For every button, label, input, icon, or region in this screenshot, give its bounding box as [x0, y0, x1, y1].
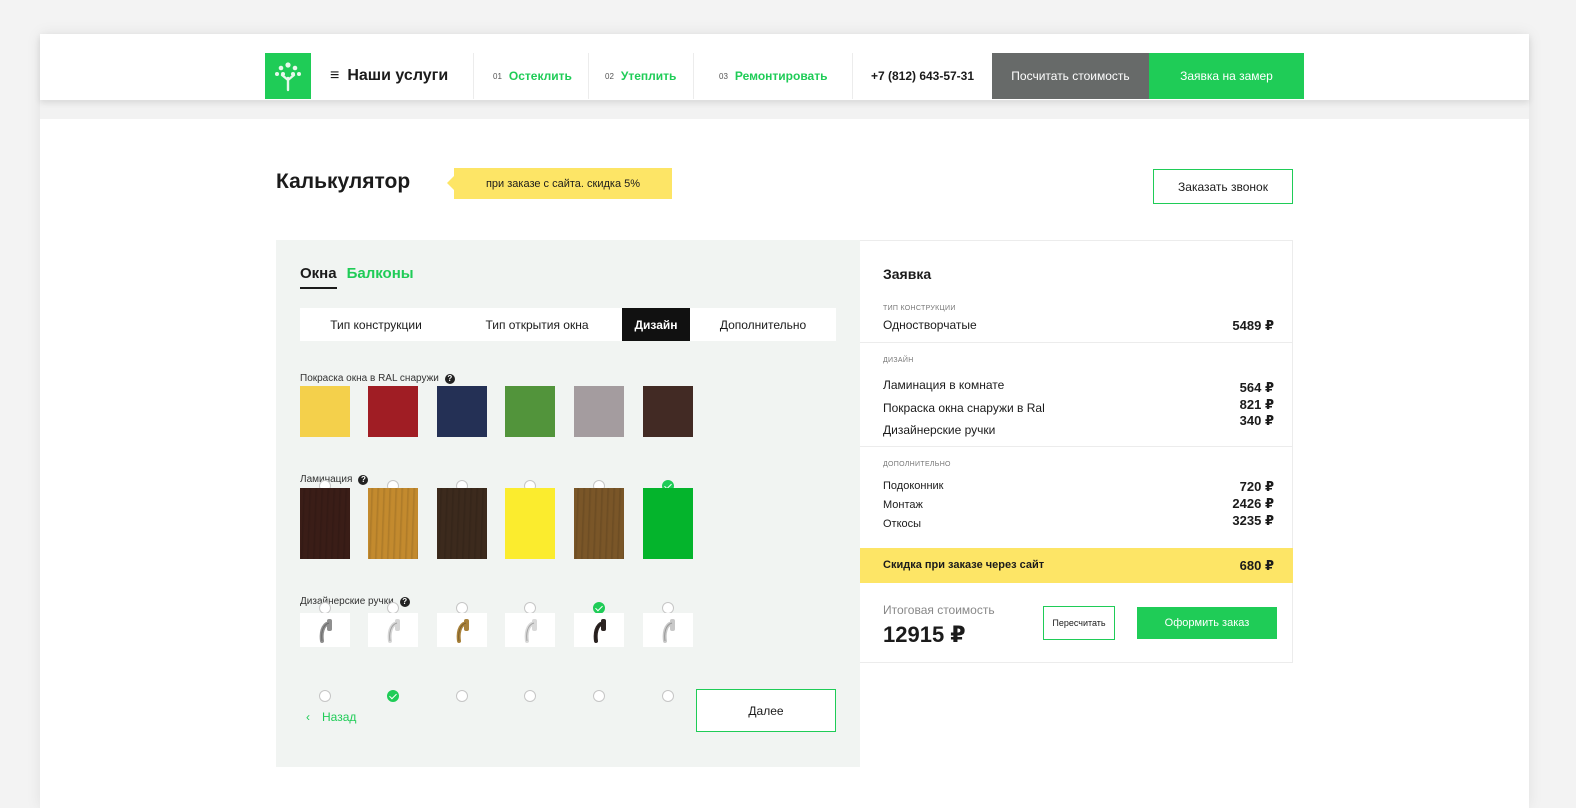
place-order-button[interactable]: Оформить заказ — [1137, 607, 1277, 639]
handle-icon[interactable] — [300, 613, 350, 647]
next-button[interactable]: Далее — [696, 689, 836, 732]
order-item-price: 3235 ₽ — [1232, 513, 1274, 528]
paint-label-text: Покраска окна в RAL снаружи — [300, 373, 439, 384]
tab-balconies[interactable]: Балконы — [347, 265, 414, 289]
order-item-name: Одностворчатые — [883, 318, 977, 332]
nav-label: Ремонтировать — [734, 69, 828, 83]
group-caption: тип конструкции — [883, 305, 956, 312]
nav-num: 02 — [605, 71, 614, 81]
extra-group: дополнительно Подоконник Монтаж Откосы 7… — [860, 447, 1293, 548]
calc-cost-button[interactable]: Посчитать стоимость — [992, 53, 1149, 99]
option-radio[interactable] — [319, 690, 331, 702]
handles-label-text: Дизайнерские ручки — [300, 596, 394, 607]
lamination-swatch[interactable] — [368, 488, 418, 559]
logo[interactable] — [265, 53, 311, 99]
services-menu-label: Наши услуги — [347, 67, 449, 84]
total-value: 12915 ₽ — [883, 622, 966, 647]
hamburger-icon: ≡ — [330, 67, 340, 84]
nav-num: 01 — [493, 71, 502, 81]
tab-windows[interactable]: Окна — [300, 265, 337, 289]
paint-swatch[interactable] — [643, 386, 693, 437]
lamination-swatch[interactable] — [300, 488, 350, 559]
tree-logo-icon — [275, 62, 301, 92]
order-item-name: Покраска окна снаружи в Ral — [883, 401, 1045, 415]
lamination-swatch[interactable] — [505, 488, 555, 559]
order-item-price: 564 ₽ — [1239, 380, 1274, 395]
back-label: Назад — [322, 710, 357, 724]
help-icon[interactable]: ? — [444, 373, 455, 384]
order-item-name: Откосы — [883, 518, 922, 530]
chevron-left-icon: ‹ — [306, 710, 310, 724]
help-icon[interactable]: ? — [399, 596, 410, 607]
recalculate-button[interactable]: Пересчитать — [1043, 606, 1115, 640]
order-item-name: Ламинация в комнате — [883, 378, 1005, 392]
nav-label: Утеплить — [620, 69, 677, 83]
construction-group: тип конструкции Одностворчатые 5489 ₽ — [860, 241, 1293, 343]
lamination-section-label: Ламинация ? — [300, 474, 369, 485]
paint-swatch[interactable] — [574, 386, 624, 437]
paint-swatch[interactable] — [505, 386, 555, 437]
page: ≡ Наши услуги 01 Остеклить 02 Утеплить 0… — [40, 34, 1529, 808]
group-caption: дизайн — [883, 357, 914, 364]
order-item-price: 340 ₽ — [1239, 413, 1274, 428]
order-item-name: Подоконник — [883, 480, 944, 492]
nav-num: 03 — [719, 71, 728, 81]
option-radio[interactable] — [456, 690, 468, 702]
handle-icon[interactable] — [368, 613, 418, 647]
promo-badge: при заказе с сайта. скидка 5% — [447, 168, 672, 199]
discount-value: 680 ₽ — [1239, 558, 1274, 573]
measure-request-button[interactable]: Заявка на замер — [1149, 53, 1304, 99]
handle-icon[interactable] — [643, 613, 693, 647]
product-tabs: Окна Балконы — [300, 265, 414, 289]
handle-icon[interactable] — [505, 613, 555, 647]
nav-item-insulate[interactable]: 02 Утеплить — [588, 53, 693, 99]
order-summary: Заявка тип конструкции Одностворчатые 54… — [860, 240, 1293, 663]
order-item-price: 720 ₽ — [1239, 479, 1274, 494]
order-call-button[interactable]: Заказать звонок — [1153, 169, 1293, 204]
discount-label: Скидка при заказе через сайт — [883, 559, 1045, 571]
handle-icon[interactable] — [574, 613, 624, 647]
order-item-name: Монтаж — [883, 499, 923, 511]
order-item-price: 2426 ₽ — [1232, 496, 1274, 511]
paint-swatch[interactable] — [300, 386, 350, 437]
header-band — [40, 100, 1529, 119]
help-icon[interactable]: ? — [358, 474, 369, 485]
order-item-price: 5489 ₽ — [1232, 318, 1274, 333]
header: ≡ Наши услуги 01 Остеклить 02 Утеплить 0… — [40, 34, 1529, 100]
nav-item-repair[interactable]: 03 Ремонтировать — [693, 53, 852, 99]
services-menu[interactable]: ≡ Наши услуги — [330, 53, 448, 99]
step-additional[interactable]: Дополнительно — [690, 308, 836, 341]
lamination-swatch[interactable] — [574, 488, 624, 559]
page-title: Калькулятор — [276, 170, 411, 193]
phone-number[interactable]: +7 (812) 643-57-31 — [852, 53, 992, 99]
design-group: дизайн Ламинация в комнате Покраска окна… — [860, 343, 1293, 447]
paint-swatch[interactable] — [368, 386, 418, 437]
group-caption: дополнительно — [883, 461, 951, 468]
discount-row: Скидка при заказе через сайт 680 ₽ — [860, 548, 1293, 583]
nav-item-glaze[interactable]: 01 Остеклить — [473, 53, 588, 99]
option-radio[interactable] — [662, 690, 674, 702]
calculator-panel: Окна Балконы Тип конструкции Тип открыти… — [276, 240, 860, 767]
handle-icon[interactable] — [437, 613, 487, 647]
step-construction-type[interactable]: Тип конструкции — [300, 308, 452, 341]
step-opening-type[interactable]: Тип открытия окна — [452, 308, 622, 341]
option-radio[interactable] — [387, 690, 399, 702]
paint-swatch[interactable] — [437, 386, 487, 437]
option-radio[interactable] — [524, 690, 536, 702]
step-design[interactable]: Дизайн — [622, 308, 690, 341]
order-item-name: Дизайнерские ручки — [883, 423, 996, 437]
back-button[interactable]: ‹ Назад — [306, 710, 356, 724]
option-radio[interactable] — [593, 690, 605, 702]
order-item-price: 821 ₽ — [1239, 397, 1274, 412]
lamination-swatch[interactable] — [643, 488, 693, 559]
nav-label: Остеклить — [508, 69, 572, 83]
step-tabs: Тип конструкции Тип открытия окна Дизайн… — [300, 308, 836, 341]
paint-section-label: Покраска окна в RAL снаружи ? — [300, 373, 455, 384]
lamination-swatch[interactable] — [437, 488, 487, 559]
total-caption: Итоговая стоимость — [883, 603, 995, 617]
